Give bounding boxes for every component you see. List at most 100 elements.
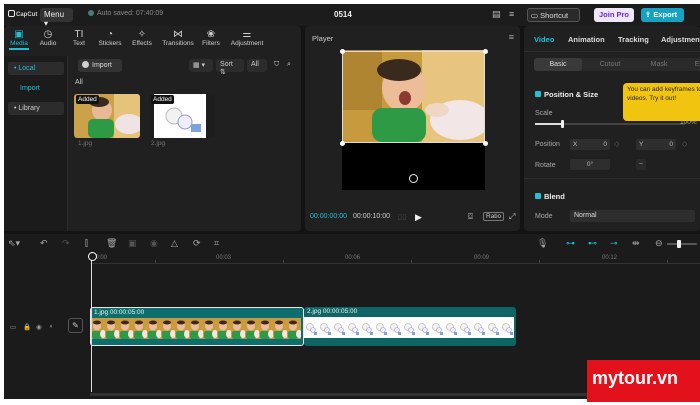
- position-size-title[interactable]: Position & Size: [535, 90, 598, 99]
- ratio-button[interactable]: Ratio: [483, 212, 505, 221]
- ruler-label: 00:06: [345, 255, 361, 261]
- position-x-field[interactable]: X0: [570, 139, 610, 150]
- tab-adjustment[interactable]: ⚌ Adjustment: [227, 29, 267, 47]
- shortcut-button[interactable]: ▭ Shortcut: [527, 8, 580, 22]
- resize-handle-bl[interactable]: [340, 141, 345, 146]
- more-menu-icon[interactable]: ≡: [509, 9, 514, 19]
- tab-media[interactable]: ▣ Media: [7, 29, 31, 50]
- export-label: Export: [653, 10, 678, 19]
- sort-button[interactable]: Sort ⇅: [216, 59, 244, 76]
- split-screen-icon[interactable]: ⇹: [632, 238, 640, 249]
- tab-video[interactable]: Video: [534, 35, 554, 44]
- scale-slider-knob[interactable]: [561, 120, 564, 128]
- nav-import[interactable]: Import: [14, 82, 46, 95]
- tab-transitions[interactable]: ⋈ Transitions: [159, 29, 197, 47]
- cartoon-frame-thumb: [374, 317, 388, 338]
- search-icon[interactable]: ⌕: [283, 59, 297, 72]
- position-y-field[interactable]: Y0: [636, 139, 676, 150]
- blend-mode-select[interactable]: Normal: [570, 210, 695, 222]
- media-thumb-1[interactable]: Added: [74, 94, 140, 138]
- track-visibility-icon[interactable]: ◉: [36, 323, 42, 331]
- keyframe-y-icon[interactable]: ◇: [682, 140, 687, 148]
- blend-title[interactable]: Blend: [535, 192, 565, 201]
- tab-effects[interactable]: ✧ Effects: [129, 29, 155, 47]
- media-thumb-2[interactable]: Added: [149, 94, 215, 138]
- tab-text[interactable]: TI Text: [69, 29, 89, 47]
- magnet-icon[interactable]: ⊷: [588, 238, 597, 249]
- tab-stickers[interactable]: ◔ Stickers: [95, 29, 125, 47]
- rotate-handle-icon[interactable]: [409, 174, 418, 183]
- clip-frames-2: [304, 317, 514, 338]
- preview-axis-icon[interactable]: ⊸: [610, 238, 618, 249]
- rotate-reset-icon[interactable]: −: [636, 159, 646, 170]
- redo-icon[interactable]: ↷: [62, 238, 70, 249]
- tab-animation[interactable]: Animation: [568, 35, 605, 44]
- rotate-label: Rotate: [535, 162, 556, 169]
- timeline-clip-2[interactable]: 2.jpg 00:00:05:00: [304, 307, 516, 346]
- crop-view-icon[interactable]: ⌼: [468, 212, 473, 222]
- join-pro-button[interactable]: Join Pro: [594, 8, 634, 22]
- mirror-icon[interactable]: △: [171, 238, 178, 249]
- freeze-icon[interactable]: ▣: [128, 238, 137, 249]
- keyframe-x-icon[interactable]: ◇: [614, 140, 619, 148]
- link-icon[interactable]: ⊶: [566, 238, 575, 249]
- checkbox-icon[interactable]: [535, 193, 541, 199]
- reverse-icon[interactable]: ◉: [150, 238, 158, 249]
- timeline-clip-1[interactable]: 1.jpg 00:00:05:00: [90, 307, 304, 346]
- subtab-effects[interactable]: Ef: [688, 58, 700, 71]
- layout-icon[interactable]: ▤: [492, 9, 501, 20]
- clip-frames-1: [91, 318, 302, 339]
- tab-audio[interactable]: ◷ Audio: [37, 29, 59, 47]
- selection-box[interactable]: [342, 51, 485, 143]
- x-value: 0: [603, 141, 607, 148]
- ruler-tick: [667, 260, 668, 263]
- fullscreen-icon[interactable]: ⤢: [509, 212, 515, 222]
- rotate-icon[interactable]: ⟳: [193, 238, 201, 249]
- scale-slider[interactable]: [535, 120, 685, 128]
- track-lock-icon[interactable]: 🔒: [23, 323, 31, 331]
- rotate-field[interactable]: 0°: [570, 159, 610, 170]
- time-ruler[interactable]: 00:00 00:03 00:06 00:09 00:12: [90, 252, 700, 264]
- transitions-icon: ⋈: [173, 29, 183, 40]
- track-cover-icon[interactable]: ▭: [10, 323, 16, 331]
- zoom-slider[interactable]: [667, 240, 697, 248]
- export-button[interactable]: ⇪ Export: [641, 8, 684, 22]
- subtab-mask[interactable]: Mask: [638, 58, 680, 71]
- view-toggle-button[interactable]: ▦ ▾: [189, 59, 213, 72]
- logo-text: CapCut: [16, 12, 38, 18]
- media-name-2: 2.jpg: [151, 140, 166, 147]
- select-cursor-icon[interactable]: ⇖▾: [8, 238, 20, 249]
- blend-label: Blend: [544, 192, 565, 201]
- tab-tracking[interactable]: Tracking: [618, 35, 649, 44]
- play-button[interactable]: ▶: [415, 212, 422, 223]
- all-filter-button[interactable]: All: [247, 59, 267, 72]
- delete-icon[interactable]: 🗑: [106, 238, 117, 249]
- nav-local[interactable]: • Local: [8, 62, 64, 75]
- clip-label-1: 1.jpg 00:00:05:00: [94, 309, 145, 316]
- subtab-cutout[interactable]: Cutout: [589, 58, 631, 71]
- sort-label: Sort: [220, 61, 233, 68]
- crop-icon[interactable]: ⌗: [214, 238, 219, 249]
- filter-icon[interactable]: ⛉: [270, 59, 283, 72]
- tab-adjustment-props[interactable]: Adjustment: [661, 35, 700, 44]
- split-icon[interactable]: ⫿: [85, 238, 88, 249]
- zoom-out-icon[interactable]: ⊖: [655, 238, 663, 249]
- checkbox-icon[interactable]: [535, 91, 541, 97]
- player-menu-icon[interactable]: ≡: [509, 32, 514, 42]
- resize-handle-br[interactable]: [483, 141, 488, 146]
- edit-cover-icon[interactable]: ✎: [68, 318, 83, 333]
- resize-handle-tl[interactable]: [340, 49, 345, 54]
- zoom-slider-knob[interactable]: [677, 240, 681, 248]
- track-audio-icon[interactable]: ◖: [49, 323, 53, 330]
- undo-icon[interactable]: ↶: [40, 238, 48, 249]
- resize-handle-tr[interactable]: [483, 49, 488, 54]
- cartoon-frame-thumb: [360, 317, 374, 338]
- menu-button[interactable]: Menu ▾: [40, 8, 73, 28]
- playhead[interactable]: [88, 252, 97, 392]
- tab-filters[interactable]: ❀ Filters: [200, 29, 222, 47]
- effects-icon: ✧: [137, 29, 147, 40]
- import-button[interactable]: Import: [78, 59, 122, 72]
- subtab-basic[interactable]: Basic: [534, 58, 582, 71]
- microphone-icon[interactable]: 🎙: [537, 238, 548, 249]
- nav-library[interactable]: • Library: [8, 102, 64, 115]
